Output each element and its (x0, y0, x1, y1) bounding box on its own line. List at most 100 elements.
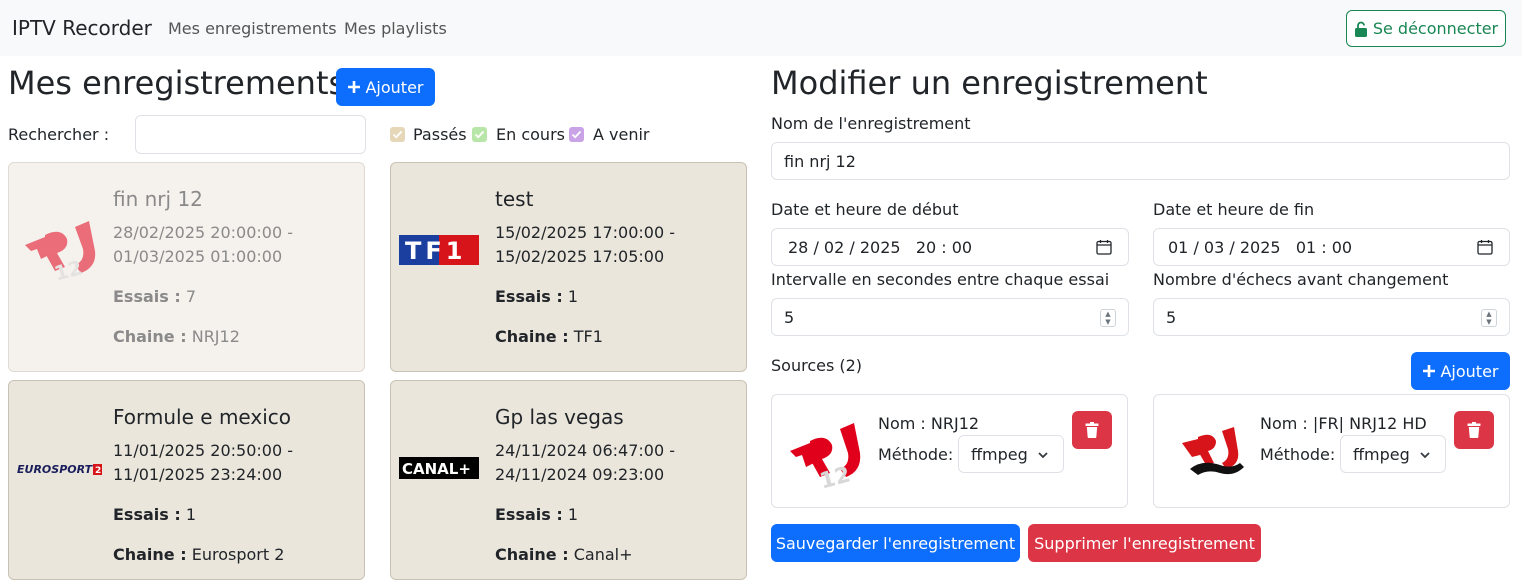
tries-label: Essais : (113, 287, 181, 306)
svg-text:CANAL+: CANAL+ (402, 460, 471, 478)
filter-ongoing-label: En cours (496, 125, 565, 144)
recording-card[interactable]: TF1 test 15/02/2025 17:00:00 - 15/02/202… (390, 162, 747, 372)
method-value: ffmpeg (1353, 444, 1410, 464)
start-value: 28 / 02 / 2025 20 : 00 (788, 237, 973, 257)
nrj12-logo: 12 (25, 221, 96, 285)
card-start: 15/02/2025 17:00:00 - (495, 223, 676, 242)
chaine-label: Chaine : (113, 327, 187, 346)
source-method-label: Méthode: (878, 445, 954, 464)
tries-value: 7 (185, 287, 197, 306)
chevron-down-icon (1038, 452, 1048, 459)
brand[interactable]: IPTV Recorder (12, 16, 152, 40)
svg-text:EUROSPORT: EUROSPORT (17, 463, 94, 476)
delete-source-button[interactable] (1072, 411, 1112, 449)
spin-up-icon[interactable]: ▲ (1105, 310, 1110, 318)
card-start: 11/01/2025 20:50:00 - (113, 441, 294, 460)
nav-link-recordings[interactable]: Mes enregistrements (168, 19, 337, 38)
source-nom-prefix: Nom : (878, 414, 926, 433)
method-select[interactable]: ffmpeg (958, 435, 1064, 473)
interval-input[interactable]: 5 ▲ ▼ (771, 298, 1129, 336)
card-dates: 11/01/2025 20:50:00 - 11/01/2025 23:24:0… (113, 439, 293, 487)
card-dates: 15/02/2025 17:00:00 - 15/02/2025 17:05:0… (495, 221, 675, 269)
chaine-label: Chaine : (495, 545, 569, 564)
navbar: IPTV Recorder Mes enregistrements Mes pl… (0, 0, 1522, 56)
card-title: fin nrj 12 (113, 187, 203, 211)
check-icon (571, 130, 582, 139)
failures-input[interactable]: 5 ▲ ▼ (1153, 298, 1510, 336)
search-input[interactable] (135, 115, 366, 154)
sources-label: Sources (2) (771, 356, 863, 375)
filter-past-label: Passés (413, 125, 467, 144)
delete-source-button[interactable] (1454, 411, 1494, 449)
method-select[interactable]: ffmpeg (1340, 435, 1446, 473)
card-chaine: Chaine : TF1 (495, 327, 603, 346)
card-tries: Essais : 1 (113, 505, 196, 524)
card-tries: Essais : 7 (113, 287, 196, 306)
number-spinner[interactable]: ▲ ▼ (1100, 309, 1116, 327)
list-title: Mes enregistrements (8, 64, 346, 102)
add-recording-button[interactable]: Ajouter (336, 68, 435, 106)
filter-ongoing-checkbox[interactable] (472, 127, 487, 142)
failures-label: Nombre d'échecs avant changement (1153, 270, 1449, 289)
check-icon (392, 130, 403, 139)
card-tries: Essais : 1 (495, 287, 578, 306)
filter-upcoming-checkbox[interactable] (569, 127, 584, 142)
tries-label: Essais : (495, 287, 563, 306)
plus-icon (1423, 365, 1436, 377)
add-source-button[interactable]: Ajouter (1411, 352, 1510, 390)
card-end: 15/02/2025 17:05:00 (495, 247, 665, 266)
source-method-label: Méthode: (1260, 445, 1336, 464)
chaine-label: Chaine : (495, 327, 569, 346)
tries-value: 1 (567, 505, 579, 524)
save-recording-button[interactable]: Sauvegarder l'enregistrement (771, 524, 1020, 562)
unlock-icon (1354, 21, 1367, 37)
chaine-label: Chaine : (113, 545, 187, 564)
filter-past-checkbox[interactable] (390, 127, 405, 142)
source-card: Nom : |FR| NRJ12 HD Méthode: ffmpeg (1153, 394, 1510, 508)
card-start: 28/02/2025 20:00:00 - (113, 223, 294, 242)
card-title: Formule e mexico (113, 405, 291, 429)
end-datetime-input[interactable]: 01 / 03 / 2025 01 : 00 (1153, 228, 1510, 266)
chevron-down-icon (1420, 452, 1430, 459)
card-start: 24/11/2024 06:47:00 - (495, 441, 676, 460)
number-spinner[interactable]: ▲ ▼ (1481, 309, 1497, 327)
card-end: 11/01/2025 23:24:00 (113, 465, 283, 484)
name-input[interactable]: fin nrj 12 (771, 142, 1510, 180)
source-name-value: |FR| NRJ12 HD (1312, 414, 1427, 433)
start-datetime-input[interactable]: 28 / 02 / 2025 20 : 00 (771, 228, 1129, 266)
spin-down-icon[interactable]: ▼ (1486, 318, 1491, 326)
eurosport2-logo: EUROSPORT 2 (17, 463, 102, 476)
source-nom-prefix: Nom : (1260, 414, 1308, 433)
source-card: 12 Nom : NRJ12 Méthode: ffmpeg (771, 394, 1128, 508)
tries-label: Essais : (113, 505, 181, 524)
chaine-value: TF1 (573, 327, 603, 346)
chaine-value: Eurosport 2 (191, 545, 285, 564)
start-label: Date et heure de début (771, 200, 959, 219)
recording-card[interactable]: CANAL+ Gp las vegas 24/11/2024 06:47:00 … (390, 380, 747, 580)
check-icon (474, 130, 485, 139)
calendar-icon[interactable] (1477, 239, 1493, 255)
svg-text:2: 2 (95, 466, 101, 476)
recording-card[interactable]: 12 fin nrj 12 28/02/2025 20:00:00 - 01/0… (8, 162, 365, 372)
tries-value: 1 (567, 287, 579, 306)
end-value: 01 / 03 / 2025 01 : 00 (1168, 237, 1353, 257)
add-source-label: Ajouter (1440, 361, 1499, 381)
failures-value: 5 (1166, 307, 1177, 327)
recording-card[interactable]: EUROSPORT 2 Formule e mexico 11/01/2025 … (8, 380, 365, 580)
spin-up-icon[interactable]: ▲ (1486, 310, 1491, 318)
delete-recording-button[interactable]: Supprimer l'enregistrement (1028, 524, 1261, 562)
logout-button[interactable]: Se déconnecter (1346, 10, 1506, 47)
chaine-value: NRJ12 (191, 327, 240, 346)
calendar-icon[interactable] (1096, 239, 1112, 255)
spin-down-icon[interactable]: ▼ (1105, 318, 1110, 326)
search-label: Rechercher : (8, 125, 110, 144)
filter-upcoming-label: A venir (593, 125, 650, 144)
card-chaine: Chaine : NRJ12 (113, 327, 240, 346)
canalplus-logo: CANAL+ (399, 457, 479, 479)
nav-link-playlists[interactable]: Mes playlists (344, 19, 447, 38)
nrj-panther-logo (1182, 427, 1244, 475)
tf1-logo: TF1 (399, 235, 479, 265)
add-recording-label: Ajouter (365, 77, 424, 97)
plus-icon (348, 81, 361, 93)
tries-label: Essais : (495, 505, 563, 524)
